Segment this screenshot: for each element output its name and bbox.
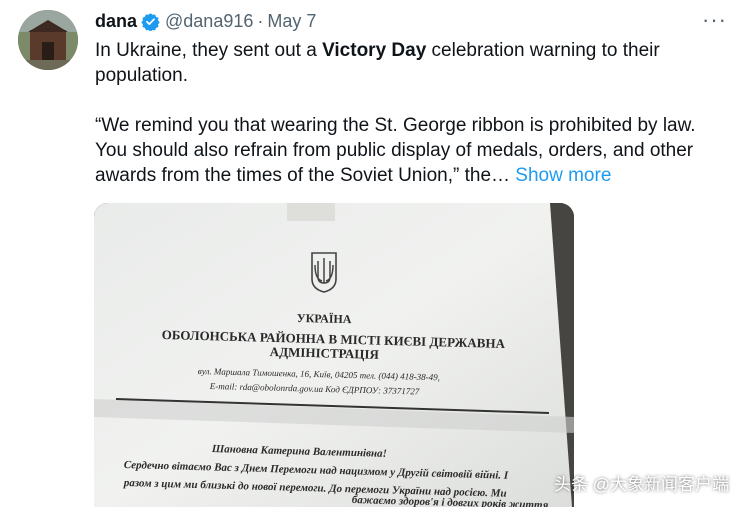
watermark: 头条 @大象新闻客户端: [554, 475, 729, 494]
intro-text: In Ukraine, they sent out a: [95, 40, 323, 61]
more-options-icon[interactable]: ···: [702, 9, 727, 31]
tweet-photo[interactable]: УКРАЇНА ОБОЛОНСЬКА РАЙОННА В МІСТІ КИЄВІ…: [94, 203, 574, 507]
verified-badge-icon: [141, 12, 160, 32]
doc-org-line2: АДМІНІСТРАЦІЯ: [269, 344, 380, 362]
avatar-image: [18, 10, 78, 70]
tweet-intro: In Ukraine, they sent out a Victory Day …: [95, 38, 725, 88]
display-name[interactable]: dana: [95, 11, 137, 32]
doc-country: УКРАЇНА: [296, 311, 352, 327]
avatar[interactable]: [18, 10, 78, 70]
tweet-header: dana @dana916 · May 7: [95, 11, 316, 32]
tweet-date[interactable]: May 7: [267, 11, 316, 32]
coat-of-arms-icon: [311, 252, 337, 293]
tweet-text: In Ukraine, they sent out a Victory Day …: [95, 38, 725, 188]
show-more-link[interactable]: Show more: [515, 165, 611, 186]
separator: ·: [257, 11, 264, 31]
handle[interactable]: @dana916: [165, 11, 253, 32]
tweet-quote: “We remind you that wearing the St. Geor…: [95, 113, 725, 188]
intro-bold-text: Victory Day: [322, 40, 427, 61]
